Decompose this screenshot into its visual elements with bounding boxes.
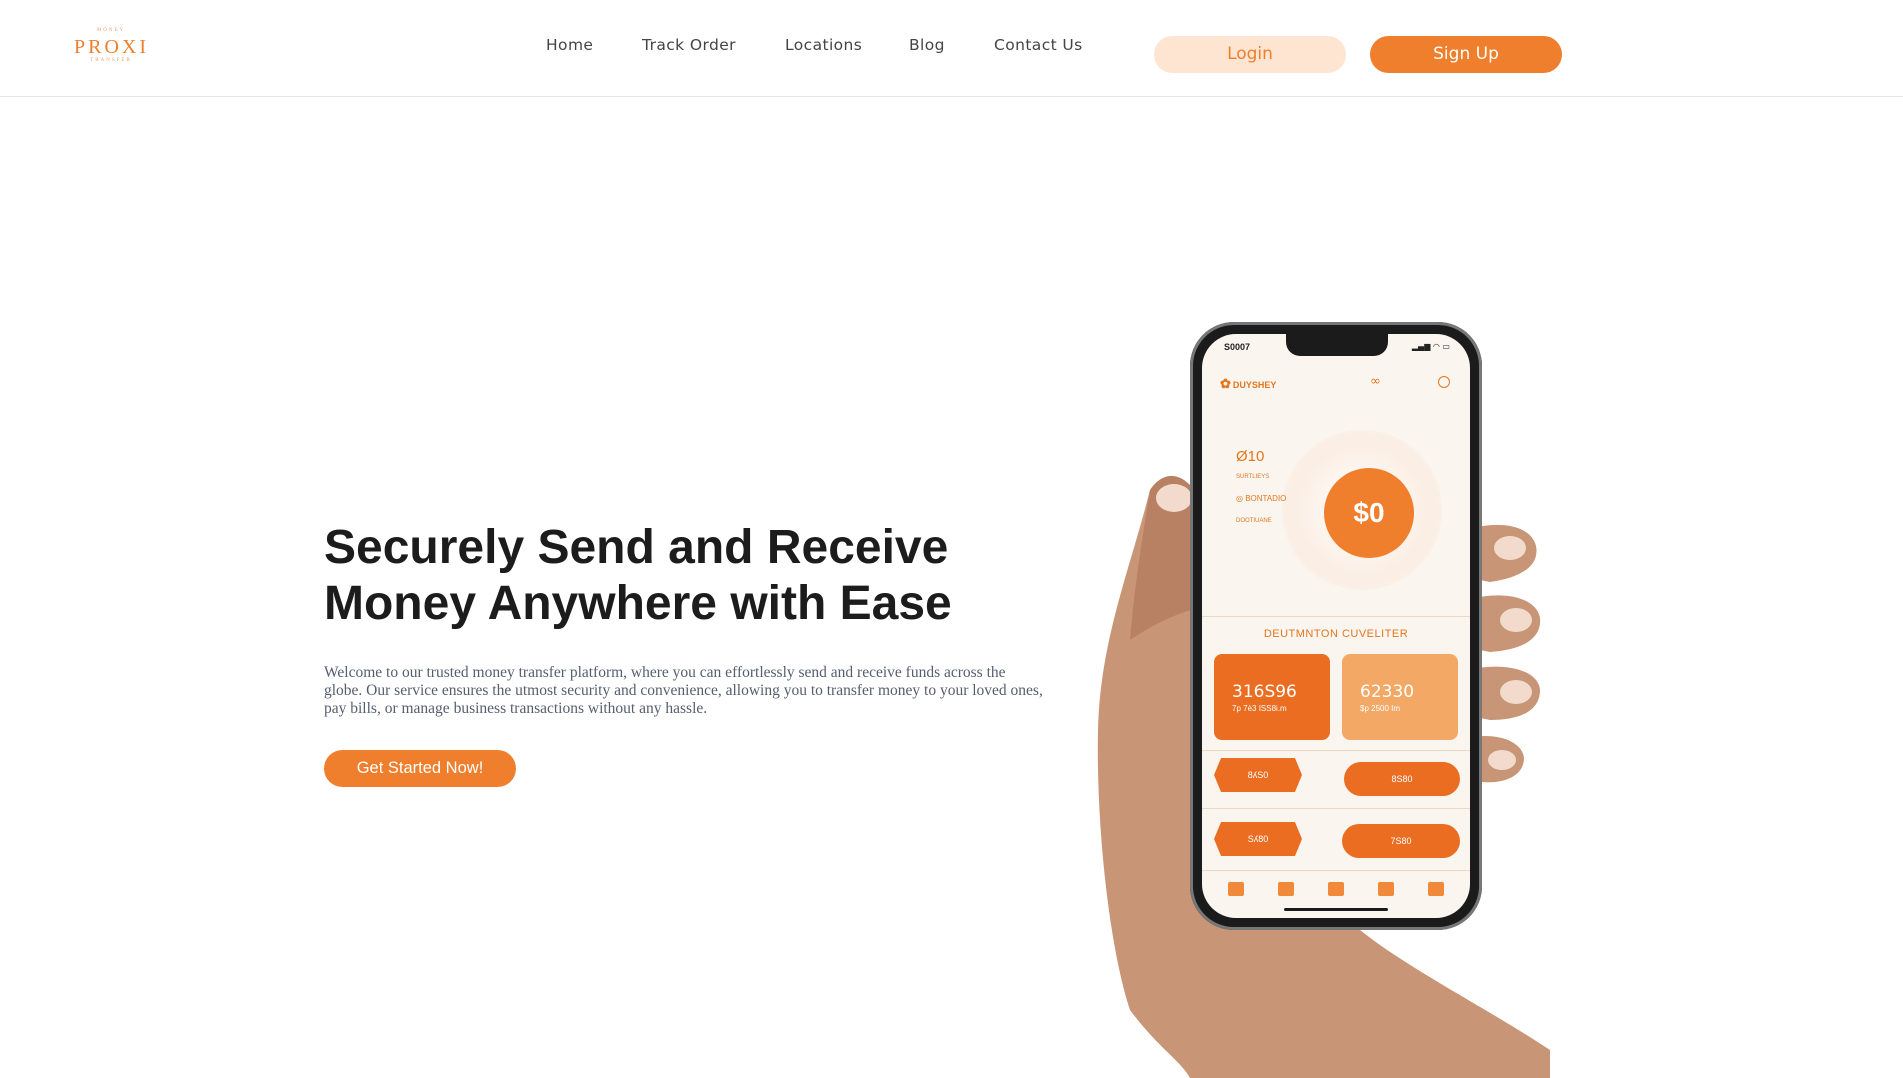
screen-divider: [1202, 808, 1470, 809]
login-button[interactable]: Login: [1154, 36, 1346, 73]
nav-contact-us[interactable]: Contact Us: [994, 36, 1083, 54]
logo-bottom-text: TRANSFER: [90, 58, 132, 63]
stat-label-1: SURTLIEYS: [1236, 474, 1270, 480]
card-secondary[interactable]: 62330 $p 2500 Im: [1342, 654, 1458, 740]
card-primary-value: 316S96: [1232, 682, 1297, 702]
phone-status-icons: ▂▄▆ ◠ ▭: [1411, 342, 1450, 351]
hero-title-line-1: Securely Send and Receive: [324, 521, 949, 574]
profile-icon: [1438, 376, 1450, 388]
brand-star-icon: ✿: [1220, 376, 1231, 391]
section-label: DEUTMNTON CUVELITER: [1263, 628, 1409, 640]
balance-circle: $0: [1324, 468, 1414, 558]
phone-time: S0007: [1224, 342, 1251, 352]
phone-screen: S0007 ▂▄▆ ◠ ▭ ✿ DUYSHEY ∞ $0 Ø10 SURTLIEY…: [1202, 334, 1470, 918]
stat-item-label: BONTADIO: [1245, 494, 1287, 503]
card-primary[interactable]: 316S96 7p 7è3 ISS8i.m: [1214, 654, 1330, 740]
hero-title-line-2: Money Anywhere with Ease: [324, 577, 952, 630]
stat-item: ◎ BONTADIO: [1236, 494, 1287, 503]
tabbar-divider: [1202, 870, 1470, 871]
stat-value: Ø10: [1236, 448, 1265, 465]
logo-wordmark: PROXI: [74, 36, 150, 58]
screen-divider: [1202, 750, 1470, 751]
card-secondary-value: 62330: [1360, 682, 1415, 702]
home-indicator: [1284, 908, 1388, 911]
site-header: MONEY PROXI TRANSFER Home Track Order Lo…: [0, 0, 1903, 97]
tab-profile-icon[interactable]: [1428, 882, 1444, 896]
card-primary-sub: 7p 7è3 ISS8i.m: [1232, 704, 1287, 713]
hero-description: Welcome to our trusted money transfer pl…: [324, 664, 1043, 717]
get-started-button[interactable]: Get Started Now!: [324, 750, 516, 787]
hero-title: Securely Send and Receive Money Anywhere…: [324, 520, 1024, 632]
nav-locations[interactable]: Locations: [785, 36, 862, 54]
stat-label-2: DOOTIUANE: [1236, 518, 1272, 524]
tab-wallet-icon[interactable]: [1328, 882, 1344, 896]
card-secondary-sub: $p 2500 Im: [1360, 704, 1401, 713]
logo[interactable]: MONEY PROXI TRANSFER: [74, 28, 148, 72]
action-pill[interactable]: 7S80: [1342, 824, 1460, 858]
tab-send-icon[interactable]: [1278, 882, 1294, 896]
nav-track-order[interactable]: Track Order: [642, 36, 736, 54]
hero-illustration: S0007 ▂▄▆ ◠ ▭ ✿ DUYSHEY ∞ $0 Ø10 SURTLIEY…: [1090, 310, 1550, 1078]
signup-button[interactable]: Sign Up: [1370, 36, 1562, 73]
link-icon: ∞: [1370, 374, 1381, 389]
nav-blog[interactable]: Blog: [909, 36, 945, 54]
action-pill[interactable]: 8ʎS0: [1214, 758, 1302, 792]
tab-history-icon[interactable]: [1378, 882, 1394, 896]
tab-home-icon[interactable]: [1228, 882, 1244, 896]
action-pill[interactable]: 8S80: [1344, 762, 1460, 796]
action-pill[interactable]: Sʎ80: [1214, 822, 1302, 856]
nav-home[interactable]: Home: [546, 36, 593, 54]
phone-notch: [1286, 334, 1388, 356]
screen-divider: [1202, 616, 1470, 617]
phone-brand: ✿ DUYSHEY: [1220, 376, 1276, 392]
phone-brand-label: DUYSHEY: [1232, 380, 1277, 390]
logo-top-text: MONEY: [96, 28, 126, 33]
